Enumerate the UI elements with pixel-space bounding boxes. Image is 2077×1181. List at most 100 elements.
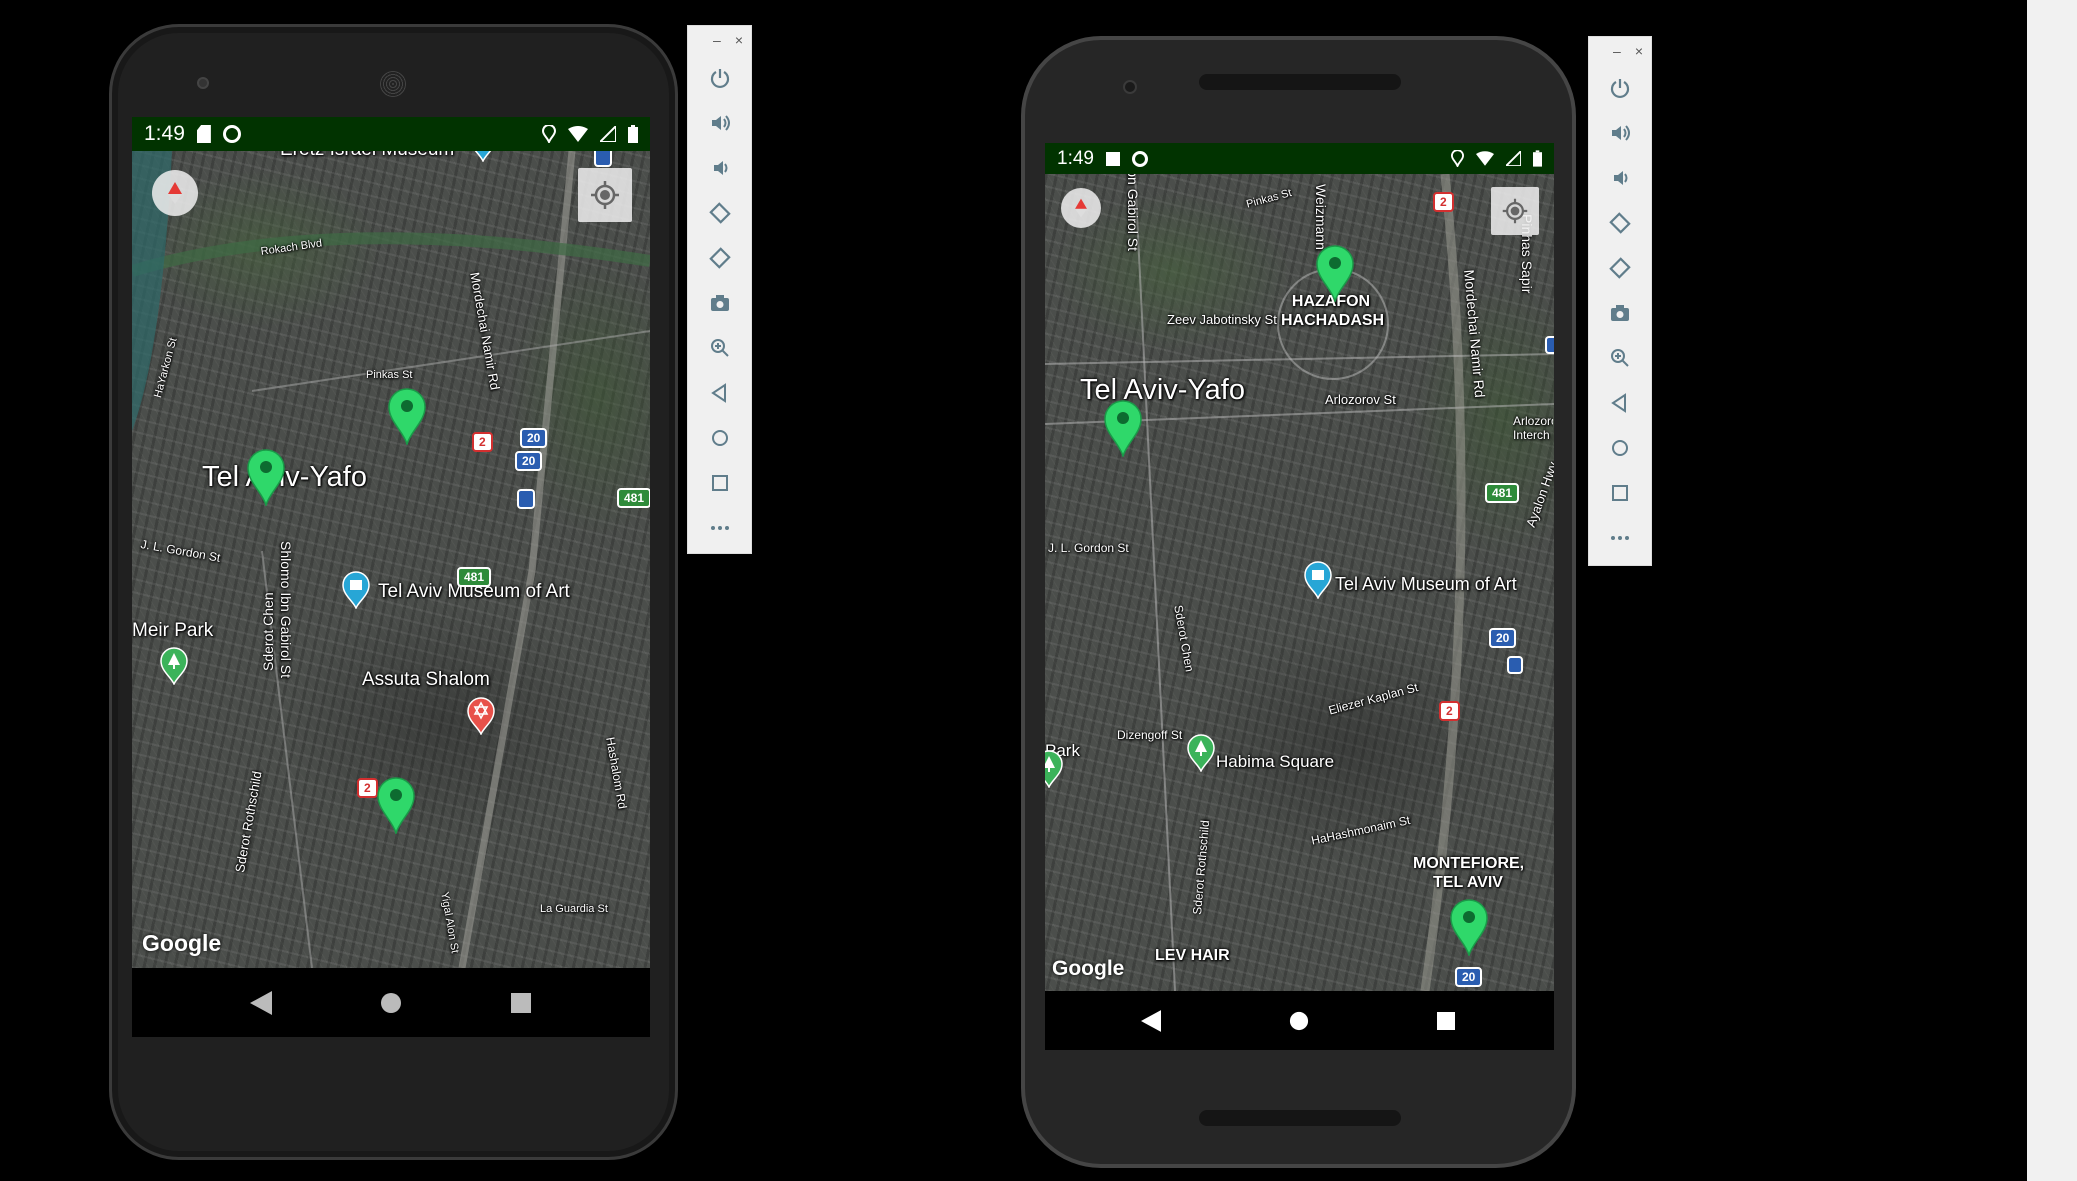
map-label-pinkas-st: Pinkas St [366, 369, 413, 381]
train-station-icon[interactable] [1507, 656, 1523, 674]
status-time: 1:49 [1057, 147, 1094, 169]
google-logo: Google [1052, 957, 1125, 980]
map-marker-pin[interactable] [1103, 399, 1143, 457]
overview-icon[interactable] [709, 472, 731, 494]
map-marker-pin[interactable] [376, 776, 416, 834]
rotate-right-icon[interactable] [1609, 257, 1631, 279]
more-icon[interactable] [709, 517, 731, 539]
map-label-gordon-st: J. L. Gordon St [1048, 541, 1129, 555]
rotate-left-icon[interactable] [708, 202, 731, 224]
my-location-button[interactable] [578, 168, 632, 222]
route-shield: 20 [1455, 967, 1483, 987]
map-marker-pin[interactable] [387, 387, 427, 445]
volume-down-icon[interactable] [1609, 167, 1631, 189]
google-map[interactable]: Pinkas St Shlomo Ibn Gabirol St Weizmann… [1045, 174, 1554, 991]
map-label-habima-square[interactable]: Habima Square [1216, 752, 1334, 772]
map-marker-pin[interactable] [246, 448, 286, 506]
top-speaker [1199, 74, 1401, 90]
home-button[interactable] [380, 992, 402, 1014]
route-shield: 2 [472, 432, 493, 452]
front-camera [197, 77, 209, 89]
my-location-button[interactable] [1491, 187, 1539, 235]
navigation-bar [1045, 991, 1554, 1050]
volume-up-icon[interactable] [1609, 122, 1631, 144]
hospital-pin-icon[interactable] [467, 697, 495, 735]
park-pin-icon[interactable] [1045, 750, 1063, 788]
back-button[interactable] [250, 991, 272, 1015]
compass-button[interactable] [152, 170, 198, 216]
sync-icon [222, 125, 241, 143]
status-bar: 1:49 [1045, 143, 1554, 174]
map-label-tel-aviv-museum[interactable]: Tel Aviv Museum of Art [1335, 574, 1517, 595]
map-marker-pin[interactable] [1449, 898, 1489, 956]
phone-screen-right: 1:49 Pinkas St Shlomo Ibn Gabirol St Wei… [1045, 143, 1554, 1050]
speaker-grille [380, 71, 406, 97]
minimize-button[interactable]: – [1613, 43, 1621, 59]
recents-button[interactable] [1437, 1012, 1455, 1030]
back-icon[interactable] [709, 382, 731, 404]
route-shield: 2 [1439, 701, 1460, 721]
map-label-ibn-gabirol-st: Shlomo Ibn Gabirol St [278, 541, 294, 678]
map-label-dizengoff-st: Dizengoff St [1117, 728, 1183, 742]
volume-up-icon[interactable] [709, 112, 731, 134]
route-shield: 20 [515, 451, 543, 471]
compass-needle-icon [168, 182, 182, 204]
train-station-icon[interactable] [594, 151, 612, 167]
route-shield: 2 [1433, 192, 1454, 212]
route-shield: 481 [617, 488, 650, 508]
close-button[interactable]: × [1635, 43, 1643, 59]
zoom-icon[interactable] [709, 337, 731, 359]
train-station-icon[interactable] [517, 489, 535, 509]
home-icon[interactable] [709, 427, 731, 449]
park-pin-icon[interactable] [160, 647, 188, 685]
route-shield: 481 [1485, 483, 1520, 503]
route-shield: 20 [1489, 628, 1517, 648]
back-button[interactable] [1141, 1010, 1161, 1032]
my-location-icon [1502, 198, 1528, 224]
compass-button[interactable] [1061, 188, 1101, 228]
zoom-icon[interactable] [1609, 347, 1631, 369]
home-icon[interactable] [1609, 437, 1631, 459]
google-map[interactable]: Eretz Israel Museum Rokach Blvd HaYarkon… [132, 151, 650, 968]
map-label-meir-park[interactable]: Meir Park [132, 620, 213, 642]
route-shield: 20 [520, 428, 548, 448]
train-station-icon[interactable] [1545, 336, 1554, 354]
home-button[interactable] [1289, 1011, 1309, 1031]
power-icon[interactable] [709, 67, 731, 89]
power-icon[interactable] [1609, 77, 1631, 99]
map-label-la-guardia-st: La Guardia St [540, 903, 608, 915]
phone-screen-left: 1:49 Eretz Israel Museum Rokach Blvd HaY… [132, 117, 650, 1037]
overview-icon[interactable] [1609, 482, 1631, 504]
map-label-assuta-shalom[interactable]: Assuta Shalom [362, 669, 490, 691]
recents-button[interactable] [511, 993, 531, 1013]
museum-pin-icon[interactable] [1304, 561, 1332, 599]
battery-icon [628, 125, 638, 143]
battery-icon [1533, 150, 1542, 167]
compass-needle-icon [1075, 198, 1087, 218]
map-marker-pin[interactable] [1315, 244, 1355, 302]
close-button[interactable]: × [735, 32, 743, 48]
rotate-right-icon[interactable] [708, 247, 731, 269]
camera-icon[interactable] [1609, 302, 1631, 324]
camera-icon[interactable] [709, 292, 731, 314]
map-label-montefiore: MONTEFIORE, TEL AVIV [1413, 855, 1525, 891]
museum-pin-icon[interactable] [342, 571, 370, 609]
more-icon[interactable] [1609, 527, 1631, 549]
volume-down-icon[interactable] [709, 157, 731, 179]
minimize-button[interactable]: – [713, 32, 721, 48]
desktop-background-panel [2027, 0, 2077, 1181]
location-icon [1451, 150, 1464, 167]
emulator-toolbar-left: – × [687, 25, 752, 554]
sd-card-icon [196, 125, 211, 143]
status-bar: 1:49 [132, 117, 650, 151]
back-icon[interactable] [1609, 392, 1631, 414]
museum-pin-icon[interactable] [469, 151, 497, 162]
rotate-left-icon[interactable] [1609, 212, 1631, 234]
map-label-weizmann: Weizmann [1313, 184, 1329, 250]
front-camera [1123, 80, 1137, 94]
google-logo: Google [142, 930, 222, 956]
map-label-ibn-gabirol-st: Shlomo Ibn Gabirol St [1125, 174, 1141, 251]
park-pin-icon[interactable] [1187, 734, 1215, 772]
bottom-speaker [1199, 1110, 1401, 1126]
map-label-eretz-israel-museum[interactable]: Eretz Israel Museum [280, 151, 454, 161]
